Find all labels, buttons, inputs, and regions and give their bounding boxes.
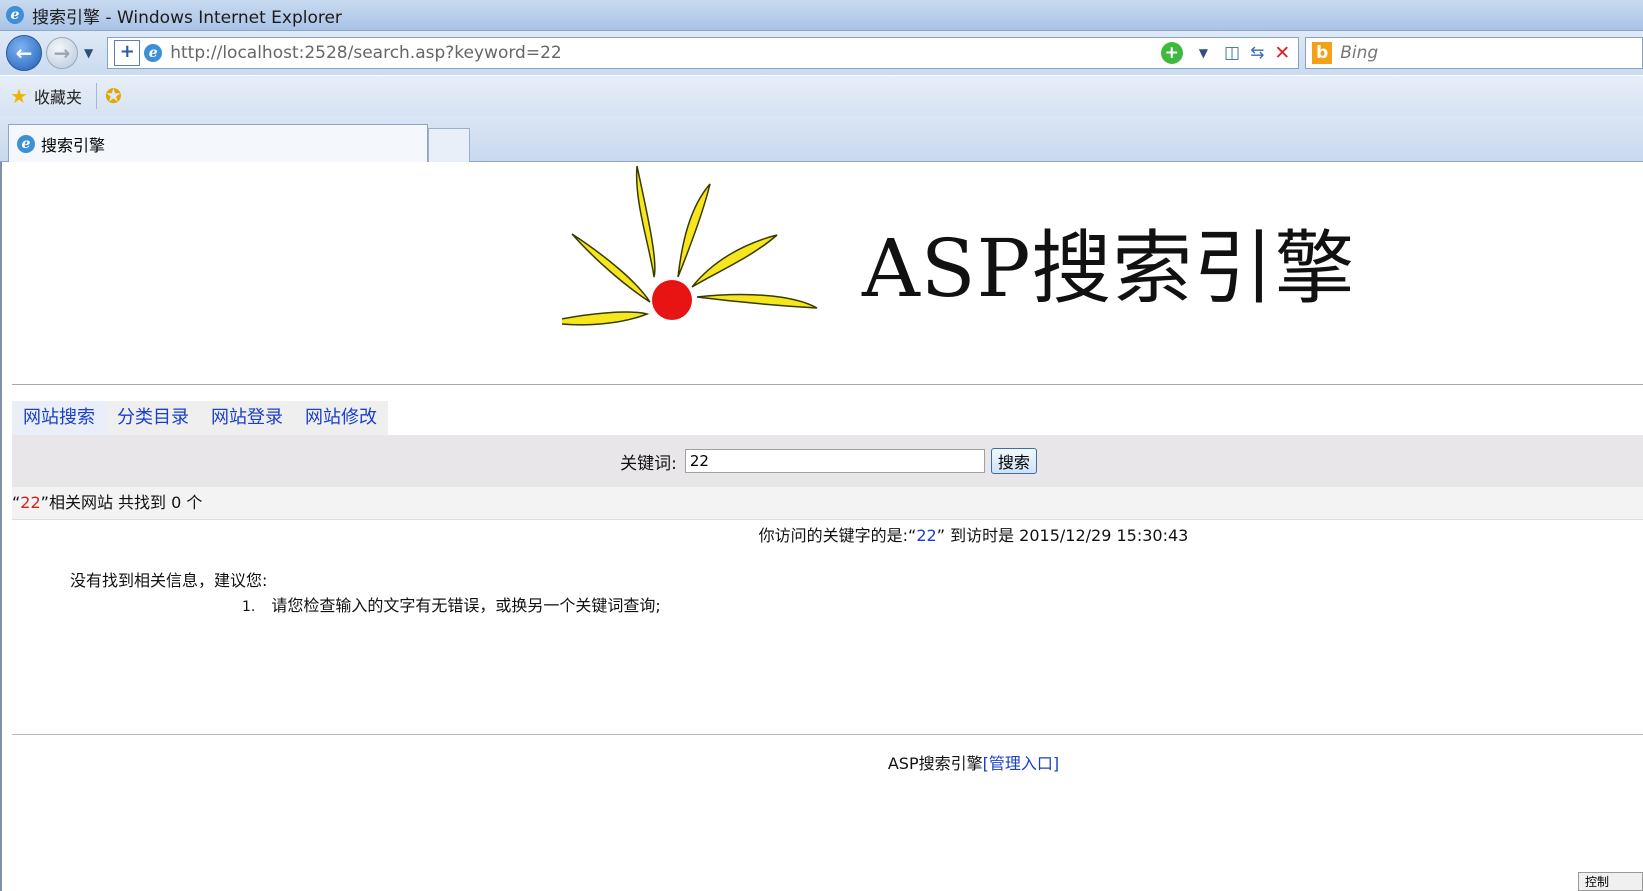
favorites-label[interactable]: 收藏夹 xyxy=(34,84,82,108)
add-icon[interactable]: + xyxy=(114,40,141,66)
footer: ASP搜索引擎[管理入口] xyxy=(2,750,1643,774)
tab-category[interactable]: 分类目录 xyxy=(106,401,200,435)
new-tab-button[interactable] xyxy=(428,128,470,162)
visit-prefix: 你访问的关键字的是:“ xyxy=(758,526,917,545)
address-bar: ← → ▼ + e http://localhost:2528/search.a… xyxy=(0,31,1643,75)
sun-logo-icon xyxy=(546,165,818,326)
tab-site-search[interactable]: 网站搜索 xyxy=(12,401,106,435)
stop-icon[interactable]: ✕ xyxy=(1274,42,1290,64)
visit-keyword: 22 xyxy=(916,526,937,545)
tips-heading: 没有找到相关信息，建议您: xyxy=(70,571,268,590)
divider xyxy=(12,734,1643,735)
tips-item-number: 1. xyxy=(242,599,256,615)
url-text[interactable]: http://localhost:2528/search.asp?keyword… xyxy=(170,43,562,63)
go-icon[interactable]: + xyxy=(1160,42,1183,64)
search-provider: Bing xyxy=(1340,43,1379,63)
tab-site-edit[interactable]: 网站修改 xyxy=(294,401,388,435)
title-bar: e 搜索引擎 - Windows Internet Explorer xyxy=(0,0,1643,31)
tab-title: 搜索引擎 xyxy=(41,135,106,155)
tab-site-login[interactable]: 网站登录 xyxy=(200,401,294,435)
back-button[interactable]: ← xyxy=(6,35,42,71)
forward-button[interactable]: → xyxy=(46,37,78,69)
divider xyxy=(12,384,1643,385)
add-favorite-icon[interactable]: ✪ xyxy=(105,84,122,108)
refresh-icon[interactable]: ⇆ xyxy=(1250,43,1264,63)
history-dropdown-icon[interactable]: ▼ xyxy=(84,46,93,60)
url-dropdown-icon[interactable]: ▼ xyxy=(1199,46,1208,60)
window-title: 搜索引擎 - Windows Internet Explorer xyxy=(32,7,342,28)
nav-tabs: 网站搜索 分类目录 网站登录 网站修改 xyxy=(12,401,388,435)
control-corner[interactable]: 控制 xyxy=(1578,872,1643,891)
search-box[interactable]: b Bing xyxy=(1305,37,1643,69)
ie-icon: e xyxy=(6,6,24,24)
tab-ie-icon: e xyxy=(17,134,35,153)
result-keyword: 22 xyxy=(20,493,41,512)
logo-title: ASP搜索引擎 xyxy=(862,222,1356,315)
result-summary: “22”相关网站 共找到 0 个 xyxy=(12,487,1643,520)
bing-icon: b xyxy=(1312,42,1333,64)
tips-item: 1. 请您检查输入的文字有无错误，或换另一个关键词查询; xyxy=(242,592,661,616)
favorites-star-icon[interactable]: ★ xyxy=(10,84,28,108)
divider xyxy=(95,83,97,109)
footer-text: ASP搜索引擎 xyxy=(887,754,983,773)
keyword-input[interactable] xyxy=(684,449,985,473)
search-row: 关键词: 搜索 xyxy=(12,435,1643,487)
logo: ASP搜索引擎 xyxy=(546,162,1354,352)
search-button[interactable]: 搜索 xyxy=(990,448,1037,474)
keyword-label: 关键词: xyxy=(620,453,677,474)
compat-view-icon[interactable]: ◫ xyxy=(1224,43,1240,63)
favorites-bar: ★ 收藏夹 ✪ xyxy=(0,76,1643,116)
page-icon: e xyxy=(144,44,163,62)
result-text: ”相关网站 共找到 0 个 xyxy=(40,493,203,512)
visit-suffix: ” 到访时是 2015/12/29 15:30:43 xyxy=(936,526,1189,545)
admin-link[interactable]: [管理入口] xyxy=(983,754,1060,773)
tips-item-text: 请您检查输入的文字有无错误，或换另一个关键词查询; xyxy=(271,596,661,615)
page-content: ASP搜索引擎 网站搜索 分类目录 网站登录 网站修改 关键词: 搜索 “22”… xyxy=(0,162,1643,891)
visit-info: 你访问的关键字的是:“22” 到访时是 2015/12/29 15:30:43 xyxy=(2,522,1643,546)
tab-current[interactable]: e 搜索引擎 xyxy=(8,124,428,162)
tab-bar: e 搜索引擎 xyxy=(0,116,1643,162)
url-box[interactable]: + e http://localhost:2528/search.asp?key… xyxy=(107,37,1300,69)
